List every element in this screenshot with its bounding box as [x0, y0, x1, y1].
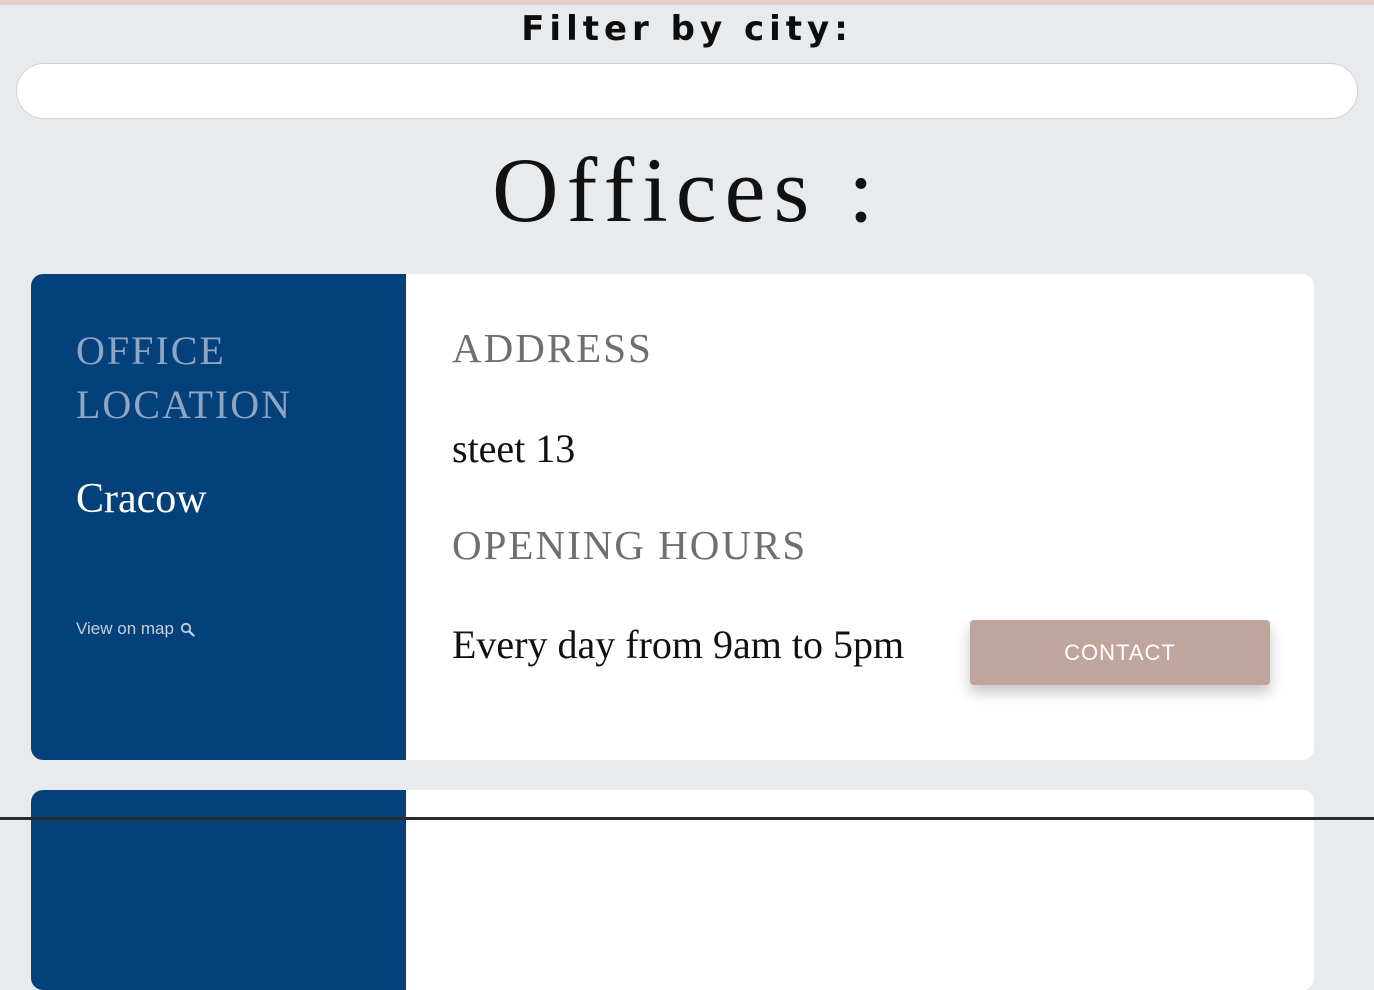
city-filter-input[interactable]	[16, 63, 1358, 119]
page-title: Offices :	[492, 139, 882, 241]
view-on-map-link[interactable]: View on map	[76, 619, 195, 639]
contact-button[interactable]: CONTACT	[970, 620, 1270, 685]
search-icon	[180, 622, 195, 637]
office-opening-hours: Every day from 9am to 5pm	[452, 622, 905, 667]
view-on-map-label: View on map	[76, 619, 174, 638]
office-address: steet 13	[452, 426, 576, 471]
filter-label: Filter by city:	[521, 9, 853, 49]
office-card: OFFICE LOCATION Cracow View on map ADDRE…	[31, 274, 1314, 760]
office-location-heading: OFFICE LOCATION	[76, 328, 292, 427]
office-location-panel: OFFICE LOCATION Cracow View on map	[31, 274, 406, 760]
office-city-name: Cracow	[76, 476, 207, 522]
opening-hours-heading: OPENING HOURS	[452, 522, 808, 568]
address-heading: ADDRESS	[452, 325, 653, 371]
office-card-next	[31, 790, 1314, 990]
office-location-panel-next	[31, 790, 406, 990]
top-accent-bar	[0, 0, 1374, 5]
